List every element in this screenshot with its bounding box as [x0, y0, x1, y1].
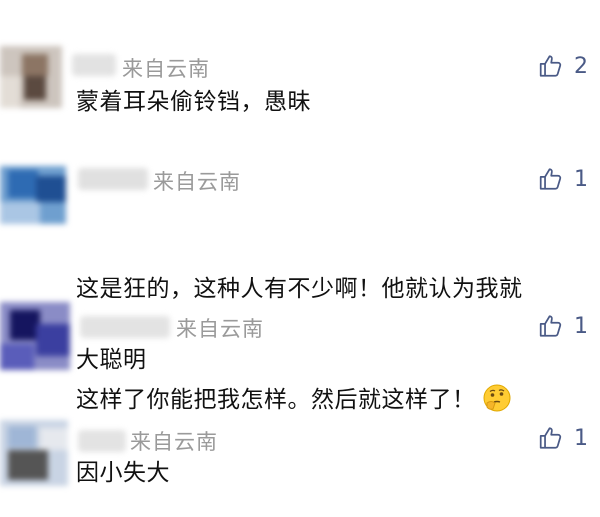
location-label: 来自云南	[153, 170, 241, 194]
location-label: 来自云南	[122, 57, 210, 81]
avatar[interactable]	[0, 166, 66, 224]
username[interactable]	[78, 168, 148, 190]
comment-text: 因小失大	[76, 460, 170, 486]
thumbs-up-icon	[538, 166, 564, 192]
username[interactable]	[80, 316, 170, 338]
location-label: 来自云南	[176, 317, 264, 341]
thumbs-up-icon	[538, 53, 564, 79]
like-button[interactable]: 1	[538, 165, 588, 193]
comment-item: 来自云南 2 蒙着耳朵偷铃铛，愚昧	[0, 0, 600, 140]
like-count: 1	[574, 166, 588, 192]
username[interactable]	[72, 54, 116, 76]
avatar[interactable]	[0, 46, 62, 108]
comment-item: 来自云南 1 这是狂的，这种人有不少啊！他就认为我就 这样了你能把我怎样。然后就…	[0, 140, 600, 413]
location-label: 来自云南	[130, 430, 218, 454]
like-button[interactable]: 1	[538, 424, 588, 452]
like-button[interactable]: 1	[538, 312, 588, 340]
thumbs-up-icon	[538, 313, 564, 339]
username[interactable]	[78, 430, 126, 452]
like-button[interactable]: 2	[538, 52, 588, 80]
thumbs-up-icon	[538, 425, 564, 451]
like-count: 1	[574, 313, 588, 339]
comment-text: 蒙着耳朵偷铃铛，愚昧	[76, 89, 311, 115]
comment-item: 来自云南 1 因小失大	[0, 400, 600, 517]
like-count: 1	[574, 425, 588, 451]
avatar[interactable]	[0, 302, 70, 370]
comment-item: 来自云南 1 大聪明	[0, 290, 600, 400]
like-count: 2	[574, 53, 588, 79]
comment-text: 大聪明	[76, 347, 147, 373]
comment-list: 来自云南 2 蒙着耳朵偷铃铛，愚昧 来自云南 1 这是狂的，这种人有不少啊！他就…	[0, 0, 600, 517]
avatar[interactable]	[0, 420, 68, 486]
